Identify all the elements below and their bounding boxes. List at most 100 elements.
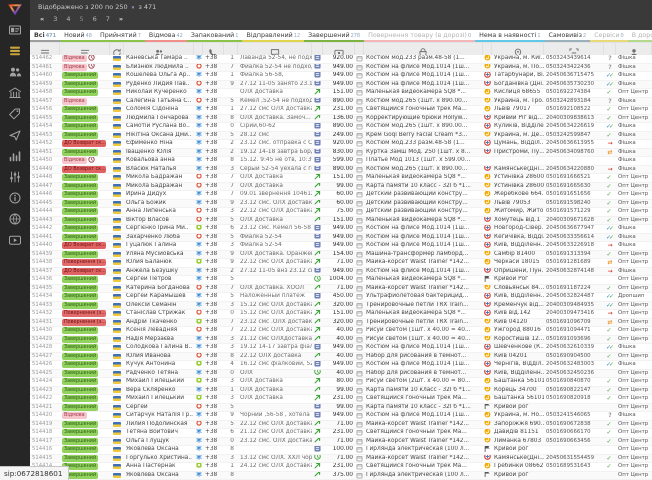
order-source: Фішка [616,132,652,140]
last-page-button[interactable]: » [119,13,123,25]
order-row[interactable]: 514418ЗавершенийТетяна Войтович+38621.12… [30,429,652,438]
order-row[interactable]: 514435ЗавершенийКатерина Богданова+387ОЛ… [30,285,652,294]
order-row[interactable]: 514434ЗавершенийСергей Карамышев+385Нало… [30,293,652,302]
tab-2[interactable]: Прийнятий7 [96,30,145,42]
page-button-4[interactable]: 4 [66,13,70,25]
order-row[interactable]: 514417ЗавершенийОльга Глущук+38023.12 см… [30,438,652,447]
tab-5[interactable]: Відправлений12 [242,30,304,42]
ukraine-flag-icon [113,422,121,427]
order-row[interactable]: 514413ЗавершенийЯковлева Оксана+388375.0… [30,472,652,480]
order-row[interactable]: 514424ЗавершенийМихаил Гилецький+383ОЛХ … [30,378,652,387]
order-row[interactable]: 514442ЗавершенийСергієнко Ірина Ми..+386… [30,225,652,234]
sidebar-item-clients[interactable] [7,66,23,81]
order-row[interactable]: 514443ЗавершенийВіктор Власов+385ОЛХ дос… [30,217,652,226]
order-row[interactable]: 514416ЗавершенийЯковлева Оксана+388100.0… [30,446,652,455]
order-status-badge: Відмова [60,98,110,106]
order-row[interactable]: 514440ДО Возврат ск...Гуцалюк Галина+383… [30,242,652,251]
order-row[interactable]: 514431Повернення (з...Андрій Ткаченко+38… [30,319,652,328]
country-flag-icon [110,225,124,233]
order-row[interactable]: 514453ЗавершенийНікітіна Оксана Дми..+38… [30,132,652,141]
order-row[interactable]: 514458ЗавершенийНиколай Кучеренко+38ОЛХ … [30,89,652,98]
tab-3[interactable]: Відмова42 [145,30,187,42]
order-row[interactable]: 514454ЗавершенийСамотій Руслана Во..+380… [30,123,652,132]
order-row[interactable]: 514415ЗавершенийГоргулько Христина..+383… [30,455,652,464]
order-row[interactable]: 514452ДО Возврат ск...Єфименко Ніна+3822… [30,140,652,149]
order-id: 514424 [30,378,60,386]
order-row[interactable]: 514437ДО Возврат ск...Анжела Безушку+382… [30,268,652,277]
order-row[interactable]: 514427ЗавершенийЮлия Иванова+38822.12 ОЛ… [30,353,652,362]
sidebar-item-reports[interactable] [7,150,23,165]
sidebar-item-warehouse[interactable] [7,87,23,102]
delivery-service-icon [483,64,492,72]
order-row[interactable]: 514446ЗавершенийИрина Дидух+38709.01 зве… [30,191,652,200]
order-row[interactable]: 514457ВідмоваСалегина Татьяна С..+385Кем… [30,98,652,107]
order-row[interactable]: 514436ЗавершенийСергей Петров+3851004.00… [30,276,652,285]
tab-all[interactable]: Всі471 [30,30,60,42]
order-status-badge: Завершений [60,174,110,182]
order-row[interactable]: 514433ЗавершенийОлексій Семанін+38315.12… [30,302,652,311]
order-row[interactable]: 514441ЗавершенийЗахарченко Люба+385Фиалк… [30,234,652,243]
tab-11[interactable]: В дорозі додому0 [628,30,652,42]
order-row[interactable]: 514414ЗавершенийАнна Пастернак+38124.12 … [30,463,652,472]
order-row[interactable]: 514451ЗавершенийІващенко Юлія+38219.12 1… [30,149,652,158]
asterisk-icon [196,242,202,250]
order-row[interactable]: 514423ЗавершенийВера Скляренко+381ОЛХ до… [30,387,652,396]
first-page-button[interactable]: « [40,13,44,25]
order-row[interactable]: 514444ЗавершенийАнна Липенська+38322.12 … [30,208,652,217]
sidebar-item-settings[interactable] [7,171,23,186]
order-row[interactable]: 514421ЗавершенийСергей+38599.00Карта пам… [30,404,652,413]
order-row[interactable]: 514429ЗавершенийНадія Мерзаєва+38321.12 … [30,336,652,345]
order-row[interactable]: 514461ВідмоваБлизнюк Людмила ..+387Фиалк… [30,64,652,73]
order-row[interactable]: 514420ВідмоваСитарчук Наталія Гр..+389Чо… [30,412,652,421]
order-row[interactable]: 514447ЗавершенийМикола Бадражан+387ОЛХ д… [30,183,652,192]
sidebar-item-products[interactable] [7,108,23,123]
tab-9[interactable]: Самовивіз2 [545,30,591,42]
order-products: Костюм на флисе Мод.1014 (1ш... [364,225,483,233]
order-row[interactable]: 514439ЗавершенийУляна Мусійовська+389ОЛХ… [30,251,652,260]
tab-6[interactable]: Завершений278 [304,30,364,42]
order-row[interactable]: 514450ВідмоваКовальова анна+38815.12. 9:… [30,157,652,166]
client-phone: +38 [203,140,224,148]
order-row[interactable]: 514455ЗавершенийЛюдмила Гончарова+388ОЛХ… [30,115,652,124]
tracking-status-icon: ✓✓ [604,72,616,80]
sidebar-item-info[interactable] [7,192,23,207]
sidebar-item-integrations[interactable] [7,213,23,228]
up-delivery-icon [484,463,491,471]
page-button-6[interactable]: 6 [93,13,97,25]
tab-10[interactable]: Сервіси0 [590,30,627,42]
order-row[interactable]: 514449ДО Возврат ск...Власюк Наталья+383… [30,166,652,175]
tab-8[interactable]: Нема в наявності1 [475,30,544,42]
sidebar-item-pos-terminal[interactable] [7,24,23,39]
sidebar-item-orders[interactable] [7,45,23,60]
order-row[interactable]: 514432Повернення (з...Станіслав Стрижак+… [30,310,652,319]
order-row[interactable]: 514425ЗавершенийРадченко Тетяна+380ОЛХ40… [30,370,652,379]
order-row[interactable]: 514438Повернення (з...Юлия Баланюк+38922… [30,259,652,268]
order-row[interactable]: 514460ЗавершенийКошелева Ольга Ар..+381Ф… [30,72,652,81]
tab-4[interactable]: Запакований1 [187,30,243,42]
page-button-3[interactable]: 3 [53,13,57,25]
delivery-city: Київ 04120 [492,319,544,327]
tab-1[interactable]: Новий48 [60,30,96,42]
order-row[interactable]: 514448ЗавершенийМикола Бадражан+387ОЛХ д… [30,174,652,183]
order-row[interactable]: 514430ЗавершенийКсенія Левадняя+38722.12… [30,327,652,336]
tab-7[interactable]: Повернення товару (в дорозі)0 [364,30,475,42]
order-row[interactable]: 514456ЗавершенийСоломія Сідоніна+38127.1… [30,106,652,115]
delivery-service-icon [483,378,492,386]
order-row[interactable]: 514428ЗавершенийСолодкова Галина В..+383… [30,344,652,353]
order-row[interactable]: 514445ЗавершенийОльга Божик+38923.12 смс… [30,200,652,209]
order-row[interactable]: 514459ЗавершенийРуденко Лидия Пав..+3892… [30,81,652,90]
order-row[interactable]: 514426ЗавершенийКучук Антонина+38416.12 … [30,361,652,370]
client-phone: +38 [203,472,224,480]
order-row[interactable]: 514419ЗавершенийЛилия Подолинская+38522.… [30,421,652,430]
tab-label: Відправлений [246,32,292,39]
order-total: 71.00 [323,285,355,293]
page-button-7[interactable]: 7 [106,13,110,25]
sidebar-item-campaigns[interactable] [7,129,23,144]
order-row[interactable]: 514462ВідмоваКаневська Тамара ..+381Лава… [30,55,652,64]
sidebar-item-video[interactable] [7,234,23,249]
page-button-5[interactable]: 5 [79,13,83,25]
order-products: Костюм мод.233 разм.48-58 (1... [364,140,483,148]
order-row[interactable]: 514422ЗавершенийМихаил Гилецький+383ОЛХ … [30,395,652,404]
product-box-icon [355,438,364,446]
per-page-caret-icon[interactable]: ▾ [132,5,135,11]
